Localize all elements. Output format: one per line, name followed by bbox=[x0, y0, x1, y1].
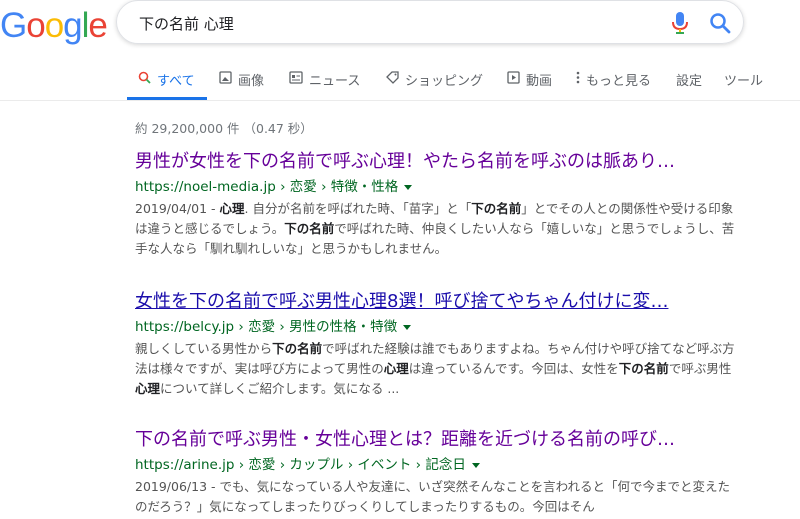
result-breadcrumb: https://belcy.jp › 恋愛 › 男性の性格・特徴 bbox=[135, 319, 398, 335]
tab-label: もっと見る bbox=[586, 74, 652, 89]
snippet-bold: 下の名前 bbox=[618, 361, 669, 376]
tab-label: ニュース bbox=[309, 74, 361, 89]
dropdown-arrow-icon[interactable] bbox=[403, 324, 412, 330]
search-input[interactable] bbox=[137, 9, 661, 37]
result-title-link[interactable]: 男性が女性を下の名前で呼ぶ心理！やたら名前を呼ぶのは脈あり… bbox=[135, 150, 735, 174]
result-url[interactable]: https://belcy.jp › 恋愛 › 男性の性格・特徴 bbox=[135, 317, 755, 337]
tab-label: すべて bbox=[157, 74, 195, 89]
result-title-link[interactable]: 女性を下の名前で呼ぶ男性心理8選！呼び捨てやちゃん付けに変… bbox=[135, 290, 735, 314]
result-title-link[interactable]: 下の名前で呼ぶ男性・女性心理とは？距離を近づける名前の呼び… bbox=[135, 428, 735, 452]
tab-videos[interactable]: 動画 bbox=[507, 70, 552, 100]
play-icon bbox=[507, 71, 520, 84]
tab-label: 設定 bbox=[676, 74, 703, 89]
image-icon bbox=[219, 71, 232, 84]
snippet-bold: 心理 bbox=[219, 201, 245, 216]
search-result: 男性が女性を下の名前で呼ぶ心理！やたら名前を呼ぶのは脈あり… https://n… bbox=[135, 150, 755, 259]
snippet-text: 親しくしている男性から bbox=[135, 341, 273, 356]
tab-all[interactable]: すべて bbox=[138, 70, 195, 100]
result-snippet: 2019/04/01 - 心理. 自分が名前を呼ばれた時、「苗字」と「下の名前」… bbox=[135, 199, 735, 259]
result-stats: 約 29,200,000 件 （0.47 秒） bbox=[135, 121, 313, 136]
logo-letter: e bbox=[88, 6, 107, 45]
search-result: 下の名前で呼ぶ男性・女性心理とは？距離を近づける名前の呼び… https://a… bbox=[135, 428, 755, 517]
snippet-text: は違っているんです。今回は、女性を bbox=[408, 361, 619, 376]
result-url[interactable]: https://arine.jp › 恋愛 › カップル › イベント › 記念… bbox=[135, 455, 755, 475]
tab-news[interactable]: ニュース bbox=[289, 70, 360, 100]
snippet-bold: 心理 bbox=[135, 381, 161, 396]
more-dots-icon bbox=[576, 71, 580, 84]
result-breadcrumb: https://noel-media.jp › 恋愛 › 特徴・性格 bbox=[135, 179, 399, 195]
microphone-icon[interactable] bbox=[671, 11, 689, 35]
news-icon bbox=[289, 71, 303, 84]
result-snippet: 2019/06/13 - でも、気になっている人や友達に、いざ突然そんなことを言… bbox=[135, 479, 731, 514]
snippet-text: について詳しくご紹介します。気になる ... bbox=[160, 381, 400, 396]
result-snippet: 親しくしている男性から下の名前で呼ばれた経験は誰でもありますよね。ちゃん付けや呼… bbox=[135, 339, 735, 399]
search-icon bbox=[138, 71, 151, 84]
google-logo[interactable]: Google bbox=[0, 6, 108, 46]
tab-tools[interactable]: ツール bbox=[724, 70, 763, 100]
search-box bbox=[116, 0, 744, 44]
snippet-bold: 下の名前 bbox=[284, 221, 335, 236]
logo-letter: o bbox=[26, 6, 45, 45]
dropdown-arrow-icon[interactable] bbox=[404, 184, 413, 190]
tab-shopping[interactable]: ショッピング bbox=[386, 70, 483, 100]
logo-letter: g bbox=[63, 6, 82, 45]
snippet-text: . 自分が名前を呼ばれた時、「苗字」と「 bbox=[244, 201, 472, 216]
search-icon[interactable] bbox=[709, 12, 731, 34]
tab-label: 動画 bbox=[526, 74, 553, 89]
snippet-bold: 下の名前 bbox=[272, 341, 323, 356]
logo-letter: o bbox=[44, 6, 64, 45]
tab-label: ショッピング bbox=[405, 74, 484, 89]
result-breadcrumb: https://arine.jp › 恋愛 › カップル › イベント › 記念… bbox=[135, 457, 466, 473]
search-tabs: すべて 画像 ニュース ショッピング 動画 もっと見る 設定 ツール bbox=[0, 58, 800, 101]
tag-icon bbox=[386, 71, 399, 84]
logo-letter: G bbox=[0, 6, 27, 45]
tab-images[interactable]: 画像 bbox=[219, 70, 264, 100]
snippet-date: 2019/04/01 - bbox=[135, 201, 220, 216]
active-tab-indicator bbox=[127, 97, 207, 100]
tab-label: ツール bbox=[724, 74, 764, 89]
result-url[interactable]: https://noel-media.jp › 恋愛 › 特徴・性格 bbox=[135, 177, 755, 197]
snippet-bold: 下の名前 bbox=[471, 201, 522, 216]
tab-settings[interactable]: 設定 bbox=[676, 70, 702, 100]
snippet-text: で呼ぶ男性 bbox=[668, 361, 732, 376]
logo-letter: l bbox=[81, 6, 90, 45]
dropdown-arrow-icon[interactable] bbox=[471, 462, 480, 468]
tab-more[interactable]: もっと見る bbox=[576, 70, 651, 100]
snippet-bold: 心理 bbox=[383, 361, 409, 376]
tab-label: 画像 bbox=[238, 74, 265, 89]
search-result: 女性を下の名前で呼ぶ男性心理8選！呼び捨てやちゃん付けに変… https://b… bbox=[135, 290, 755, 399]
